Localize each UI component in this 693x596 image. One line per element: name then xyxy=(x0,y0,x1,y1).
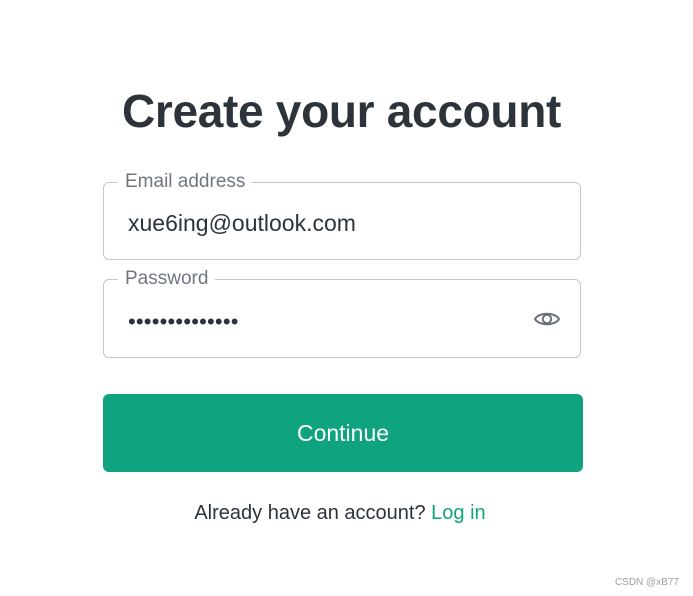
password-field[interactable]: Password •••••••••••••• xyxy=(103,267,581,358)
continue-button[interactable]: Continue xyxy=(103,394,583,472)
email-field-value[interactable]: xue6ing@outlook.com xyxy=(128,209,356,237)
show-password-button[interactable] xyxy=(532,305,562,333)
eye-icon[interactable] xyxy=(533,309,561,329)
watermark: CSDN @xB77 xyxy=(614,577,679,588)
email-field-label: Email address xyxy=(118,170,253,194)
password-field-value[interactable]: •••••••••••••• xyxy=(128,308,239,336)
page-title: Create your account xyxy=(121,85,562,137)
email-field[interactable]: Email address xue6ing@outlook.com xyxy=(103,170,581,260)
login-link[interactable]: Log in xyxy=(431,502,486,524)
password-field-label: Password xyxy=(118,267,216,291)
login-prompt: Already have an account? Log in xyxy=(0,501,680,525)
login-prompt-text: Already have an account? xyxy=(194,502,426,524)
